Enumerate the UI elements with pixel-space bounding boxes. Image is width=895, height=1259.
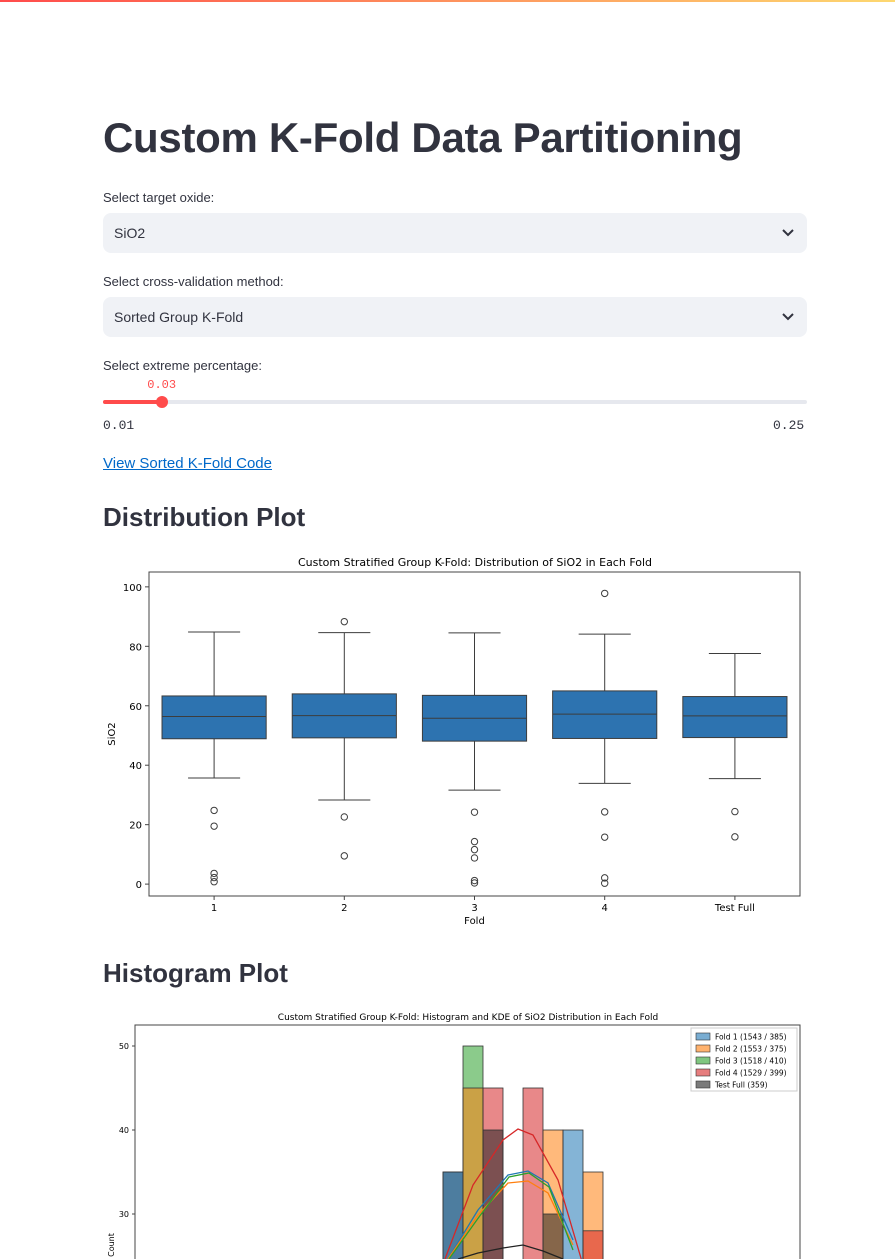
distribution-box-plot: Custom Stratified Group K-Fold: Distribu… — [107, 556, 801, 927]
y-tick-label: 40 — [119, 1126, 129, 1135]
slider-current-value: 0.03 — [147, 378, 177, 392]
legend-swatch — [695, 1068, 711, 1077]
outlier-point — [731, 807, 739, 816]
x-tick-label: 4 — [602, 903, 608, 914]
top-decoration-bar — [0, 0, 895, 2]
box-plot-ylabel: SiO2 — [107, 722, 118, 745]
x-tick-label: 2 — [341, 903, 347, 914]
x-tick-label: 1 — [211, 903, 217, 914]
y-tick-label: 80 — [129, 642, 142, 653]
outlier-point — [210, 822, 218, 830]
histogram-plot: Custom Stratified Group K-Fold: Histogra… — [107, 1013, 801, 1259]
outlier-point — [601, 589, 609, 598]
histogram-bar — [482, 1129, 504, 1259]
y-tick-label: 20 — [129, 821, 142, 832]
outlier-point — [470, 854, 479, 862]
extreme-percentage-label: Select extreme percentage: — [103, 358, 262, 373]
box-plot-xlabel: Fold — [464, 916, 485, 927]
histogram-title: Custom Stratified Group K-Fold: Histogra… — [278, 1013, 658, 1023]
page-title: Custom K-Fold Data Partitioning — [103, 114, 743, 161]
slider-max-label: 0.25 — [773, 418, 805, 433]
outlier-point — [601, 833, 609, 841]
histogram-bar — [442, 1171, 464, 1259]
outlier-point — [470, 837, 479, 846]
cv-method-select[interactable]: Sorted Group K-Fold — [103, 297, 807, 337]
legend-label: Fold 3 (1518 / 410) — [715, 1057, 787, 1066]
legend-swatch — [695, 1032, 711, 1041]
legend-label: Fold 2 (1553 / 375) — [715, 1045, 787, 1054]
box — [161, 695, 267, 740]
y-tick-label: 50 — [119, 1042, 129, 1051]
histogram-heading: Histogram Plot — [103, 958, 288, 988]
target-oxide-label: Select target oxide: — [103, 190, 215, 205]
outlier-point — [210, 806, 218, 815]
histogram-ylabel: Count — [107, 1233, 116, 1257]
target-oxide-select[interactable]: SiO2 — [103, 213, 807, 253]
box — [682, 696, 788, 739]
slider-fill — [103, 400, 162, 404]
box — [552, 690, 658, 739]
y-tick-label: 0 — [136, 880, 142, 891]
cv-method-value: Sorted Group K-Fold — [114, 309, 244, 325]
distribution-heading: Distribution Plot — [103, 502, 306, 532]
outlier-point — [601, 808, 609, 816]
outlier-point — [470, 808, 479, 816]
y-tick-label: 30 — [119, 1210, 129, 1219]
slider-thumb[interactable] — [155, 396, 168, 408]
outlier-point — [340, 852, 349, 860]
legend-swatch — [695, 1080, 711, 1089]
x-tick-label: Test Full — [714, 903, 755, 914]
legend-label: Fold 4 (1529 / 399) — [715, 1069, 787, 1078]
y-tick-label: 100 — [123, 583, 142, 594]
histogram-bar — [582, 1230, 604, 1259]
legend-label: Test Full (359) — [714, 1081, 768, 1090]
x-tick-label: 3 — [471, 903, 477, 914]
legend-label: Fold 1 (1543 / 385) — [715, 1033, 787, 1042]
legend-swatch — [695, 1056, 711, 1065]
extreme-percentage-slider[interactable] — [103, 396, 807, 408]
outlier-point — [340, 813, 349, 821]
cv-method-label: Select cross-validation method: — [103, 274, 284, 289]
y-tick-label: 40 — [129, 761, 142, 772]
outlier-point — [210, 878, 218, 886]
box-plot-title: Custom Stratified Group K-Fold: Distribu… — [298, 556, 652, 569]
target-oxide-value: SiO2 — [114, 225, 146, 241]
chevron-down-icon — [780, 309, 796, 325]
outlier-point — [470, 845, 479, 854]
legend-swatch — [695, 1044, 711, 1053]
slider-min-label: 0.01 — [103, 418, 135, 433]
outlier-point — [731, 833, 739, 841]
y-tick-label: 60 — [129, 702, 142, 713]
outlier-point — [340, 617, 349, 626]
chevron-down-icon — [780, 225, 796, 241]
view-code-link[interactable]: View Sorted K-Fold Code — [103, 455, 272, 472]
